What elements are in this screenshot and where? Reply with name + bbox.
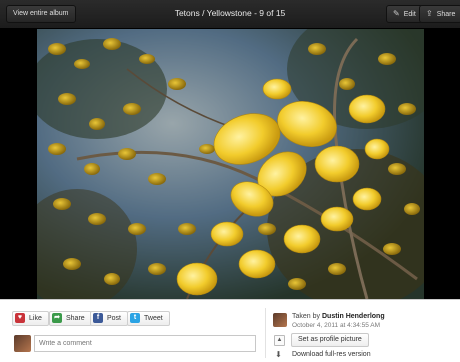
share-top-label: Share [436,11,456,18]
share-top-button[interactable]: ⇪ Share [419,5,460,23]
edit-button[interactable]: ✎ Edit [386,5,423,23]
set-profile-label: Set as profile picture [298,336,362,343]
set-profile-picture-button[interactable]: Set as profile picture [291,333,369,347]
heart-icon: ♥ [15,313,25,323]
taken-by: Taken by Dustin Henderlong [292,313,385,320]
like-label: Like [29,315,42,322]
comment-input[interactable] [34,335,256,352]
profile-picture-icon: ▲ [274,335,285,346]
owner-name-link[interactable]: Dustin Henderlong [322,313,385,320]
tweet-label: Tweet [144,315,163,322]
tweet-button[interactable]: t Tweet [127,311,170,326]
like-button[interactable]: ♥ Like [12,311,49,326]
photo-stage [0,29,460,299]
taken-by-prefix: Taken by [292,313,321,320]
share-label: Share [66,315,85,322]
owner-avatar[interactable] [273,313,287,327]
top-bar: View entire album Tetons / Yellowstone -… [0,0,460,29]
photo-image[interactable] [37,29,424,299]
panel-divider [265,308,266,358]
facebook-icon: f [93,313,103,323]
share-arrow-icon: ➦ [52,313,62,323]
photo-date: October 4, 2011 at 4:34:55 AM [292,322,381,329]
edit-icon: ✎ [393,9,400,18]
twitter-icon: t [130,313,140,323]
edit-label: Edit [403,11,416,18]
facebook-post-button[interactable]: f Post [90,311,129,326]
download-link[interactable]: Download full-res version [292,351,371,358]
post-label: Post [107,315,122,322]
share-button[interactable]: ➦ Share [49,311,92,326]
share-icon: ⇪ [426,9,433,18]
bottom-panel: ♥ Like ➦ Share f Post t Tweet Taken by Dusti… [0,299,460,362]
commenter-avatar [14,335,31,352]
download-icon: ⬇ [275,350,282,359]
